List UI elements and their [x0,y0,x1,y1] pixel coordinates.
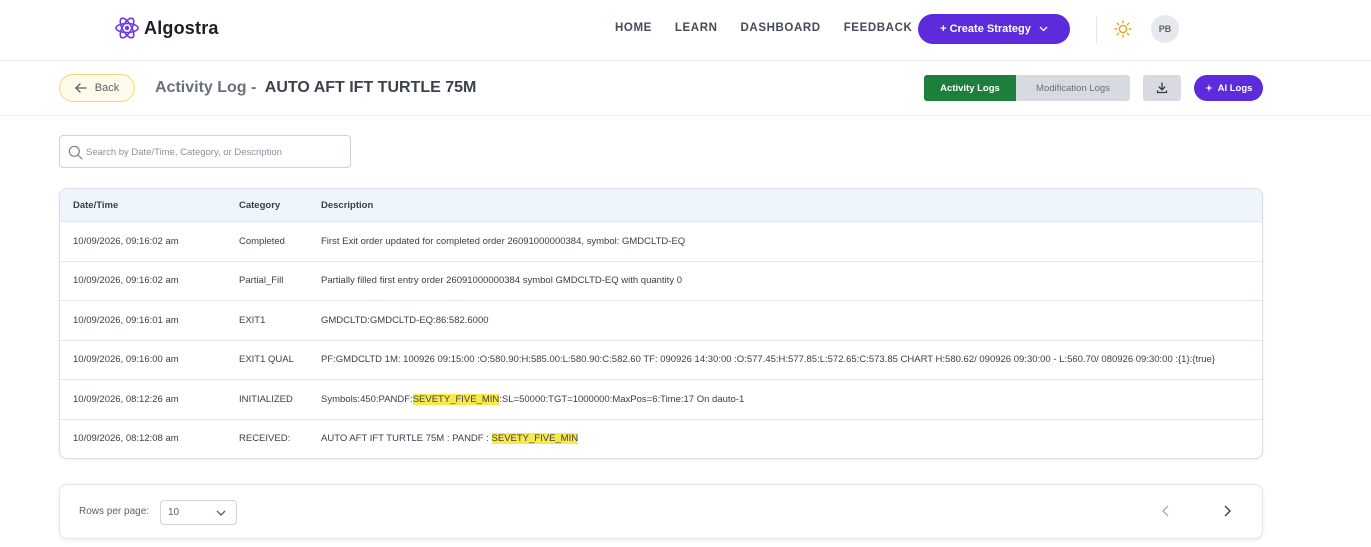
cell-description: AUTO AFT IFT TURTLE 75M : PANDF : SEVETY… [321,433,1262,445]
cell-datetime: 10/09/2026, 08:12:26 am [73,393,179,405]
cell-datetime: 10/09/2026, 09:16:01 am [73,314,179,326]
cell-category: INITIALIZED [239,393,293,405]
table-row: 10/09/2026, 09:16:02 am Partial_Fill Par… [60,260,1262,301]
highlighted-text: SEVETY_FIVE_MIN [491,433,579,445]
top-navbar: Algostra HOME LEARN DASHBOARD FEEDBACK +… [0,0,1371,61]
tab-modification-logs[interactable]: Modification Logs [1016,75,1130,101]
cell-datetime: 10/09/2026, 09:16:02 am [73,235,179,247]
cell-description: First Exit order updated for completed o… [321,235,686,247]
table-row: 10/09/2026, 09:16:02 am Completed First … [60,221,1262,261]
desc-text: :SL=50000:TGT=1000000:MaxPos=6:Time:17 O… [499,393,745,405]
cell-description: Partially filled first entry order 26091… [321,275,682,287]
brand-name: Algostra [144,17,219,38]
nav-feedback[interactable]: FEEDBACK [844,22,913,34]
page-header: Back Activity Log - AUTO AFT IFT TURTLE … [0,62,1371,116]
log-type-toggle: Activity Logs Modification Logs [924,75,1130,101]
rows-per-page-value: 10 [168,507,180,518]
strategy-name: AUTO AFT IFT TURTLE 75M [264,79,477,96]
nav-home[interactable]: HOME [615,22,652,34]
download-button[interactable] [1143,75,1181,101]
table-header: Date/Time Category Description [60,189,1262,221]
col-description: Description [321,199,374,211]
sun-icon[interactable] [1114,20,1132,38]
table-row: 10/09/2026, 09:16:01 am EXIT1 GMDCLTD:GM… [60,300,1262,340]
search-icon [68,145,83,160]
avatar[interactable]: PB [1151,15,1179,43]
cell-description: PF:GMDCLTD 1M: 100926 09:15:00 :O:580.90… [321,354,1215,366]
activity-log-table: Date/Time Category Description 10/09/202… [59,188,1263,459]
back-button[interactable]: Back [59,74,135,102]
chevron-down-icon [216,510,226,516]
nav-divider [1096,17,1097,43]
table-row: 10/09/2026, 09:16:00 am EXIT1 QUAL PF:GM… [60,339,1262,380]
rows-per-page-label: Rows per page: [79,506,150,517]
cell-description: Symbols:450:PANDF:SEVETY_FIVE_MIN:SL=500… [321,393,1262,405]
cell-datetime: 10/09/2026, 09:16:02 am [73,275,179,287]
pagination-bar: Rows per page: 10 [59,484,1263,539]
cell-category: EXIT1 QUAL [239,354,294,366]
cell-category: Partial_Fill [239,275,284,287]
cell-category: EXIT1 [239,314,266,326]
table-row: 10/09/2026, 08:12:08 am RECEIVED: AUTO A… [60,418,1262,459]
search-input[interactable] [86,142,346,162]
ai-logs-label: AI Logs [1217,82,1253,94]
desc-text: AUTO AFT IFT TURTLE 75M : PANDF : [321,433,492,445]
main-nav: HOME LEARN DASHBOARD FEEDBACK [615,22,912,34]
col-category: Category [239,199,281,211]
page-title: Activity Log - AUTO AFT IFT TURTLE 75M [155,79,476,97]
cell-description: GMDCLTD:GMDCLTD-EQ:86:582.6000 [321,314,489,326]
col-datetime: Date/Time [73,199,119,211]
rows-per-page-select[interactable]: 10 [160,500,237,525]
page-title-prefix: Activity Log - [155,79,257,96]
desc-text: Symbols:450:PANDF: [321,393,413,405]
cell-datetime: 10/09/2026, 08:12:08 am [73,433,179,445]
create-strategy-button[interactable]: + Create Strategy [918,14,1070,44]
cell-category: Completed [239,235,285,247]
table-row: 10/09/2026, 08:12:26 am INITIALIZED Symb… [60,379,1262,419]
brand-logo[interactable]: Algostra [114,15,219,41]
create-strategy-label: + Create Strategy [940,23,1031,35]
highlighted-text: SEVETY_FIVE_MIN [412,393,500,405]
back-label: Back [94,82,120,94]
chevron-right-icon[interactable] [1219,503,1235,519]
nav-learn[interactable]: LEARN [675,22,718,34]
search-box [59,135,351,168]
ai-logs-button[interactable]: AI Logs [1194,75,1263,101]
arrow-left-icon [74,83,87,93]
chevron-down-icon [1039,26,1048,32]
sparkle-icon [1204,84,1213,92]
nav-dashboard[interactable]: DASHBOARD [741,22,821,34]
tab-activity-logs[interactable]: Activity Logs [924,75,1016,101]
chevron-left-icon[interactable] [1158,503,1174,519]
atom-logo-icon [115,17,139,39]
download-icon [1156,82,1168,94]
cell-datetime: 10/09/2026, 09:16:00 am [73,354,179,366]
cell-category: RECEIVED: [239,433,291,445]
